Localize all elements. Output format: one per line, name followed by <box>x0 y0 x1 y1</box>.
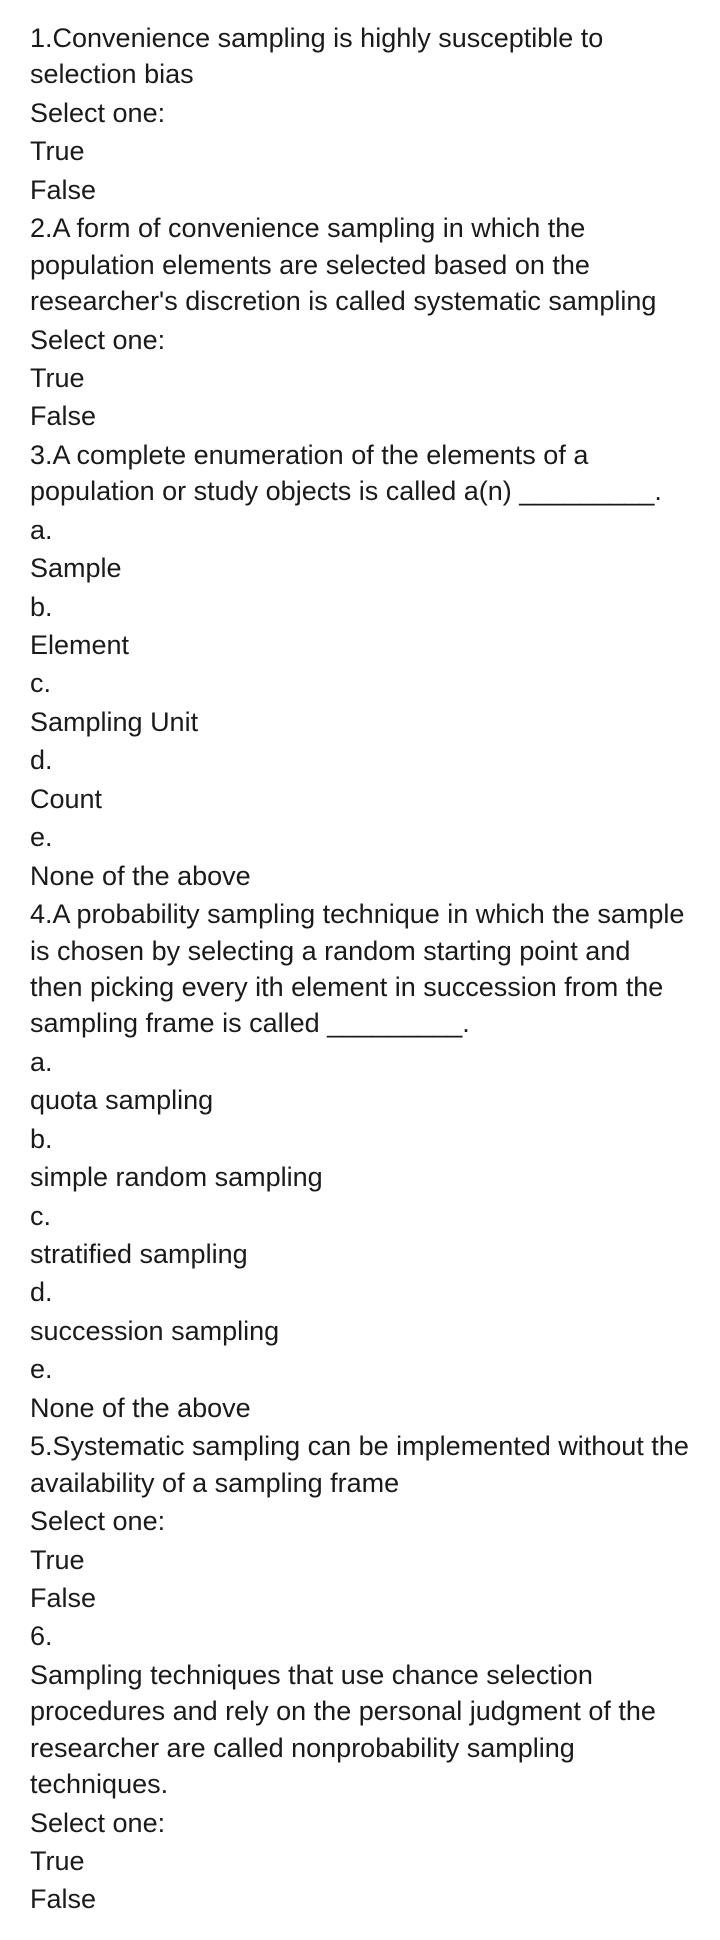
option-letter: b. <box>30 1121 690 1157</box>
option-false[interactable]: False <box>30 172 690 208</box>
option-text[interactable]: quota sampling <box>30 1082 690 1118</box>
option-true[interactable]: True <box>30 133 690 169</box>
option-letter: d. <box>30 1274 690 1310</box>
select-one-prompt: Select one: <box>30 1503 690 1539</box>
question-block: 2.A form of convenience sampling in whic… <box>30 210 690 435</box>
option-text[interactable]: simple random sampling <box>30 1159 690 1195</box>
option-text[interactable]: succession sampling <box>30 1313 690 1349</box>
option-text[interactable]: None of the above <box>30 858 690 894</box>
question-block: 4.A probability sampling technique in wh… <box>30 896 690 1426</box>
option-text[interactable]: Sampling Unit <box>30 704 690 740</box>
question-text: 5.Systematic sampling can be implemented… <box>30 1428 690 1501</box>
question-text: 3.A complete enumeration of the elements… <box>30 437 690 510</box>
question-block: 5.Systematic sampling can be implemented… <box>30 1428 690 1616</box>
option-true[interactable]: True <box>30 360 690 396</box>
option-letter: d. <box>30 742 690 778</box>
option-text[interactable]: Count <box>30 781 690 817</box>
question-block: 3.A complete enumeration of the elements… <box>30 437 690 894</box>
option-false[interactable]: False <box>30 398 690 434</box>
select-one-prompt: Select one: <box>30 1805 690 1841</box>
option-false[interactable]: False <box>30 1881 690 1917</box>
option-letter: e. <box>30 1351 690 1387</box>
option-true[interactable]: True <box>30 1843 690 1879</box>
question-number: 6. <box>30 1618 690 1654</box>
option-true[interactable]: True <box>30 1542 690 1578</box>
option-letter: c. <box>30 665 690 701</box>
question-text: 2.A form of convenience sampling in whic… <box>30 210 690 319</box>
option-letter: e. <box>30 819 690 855</box>
question-block: 1.Convenience sampling is highly suscept… <box>30 20 690 208</box>
question-text: Sampling techniques that use chance sele… <box>30 1657 690 1803</box>
option-text[interactable]: stratified sampling <box>30 1236 690 1272</box>
question-block: 6.Sampling techniques that use chance se… <box>30 1618 690 1918</box>
option-letter: b. <box>30 589 690 625</box>
option-letter: a. <box>30 1044 690 1080</box>
option-false[interactable]: False <box>30 1580 690 1616</box>
select-one-prompt: Select one: <box>30 95 690 131</box>
question-text: 4.A probability sampling technique in wh… <box>30 896 690 1042</box>
option-text[interactable]: Element <box>30 627 690 663</box>
quiz-container: 1.Convenience sampling is highly suscept… <box>30 20 690 1918</box>
option-letter: c. <box>30 1198 690 1234</box>
select-one-prompt: Select one: <box>30 322 690 358</box>
question-text: 1.Convenience sampling is highly suscept… <box>30 20 690 93</box>
option-text[interactable]: None of the above <box>30 1390 690 1426</box>
option-text[interactable]: Sample <box>30 550 690 586</box>
option-letter: a. <box>30 512 690 548</box>
